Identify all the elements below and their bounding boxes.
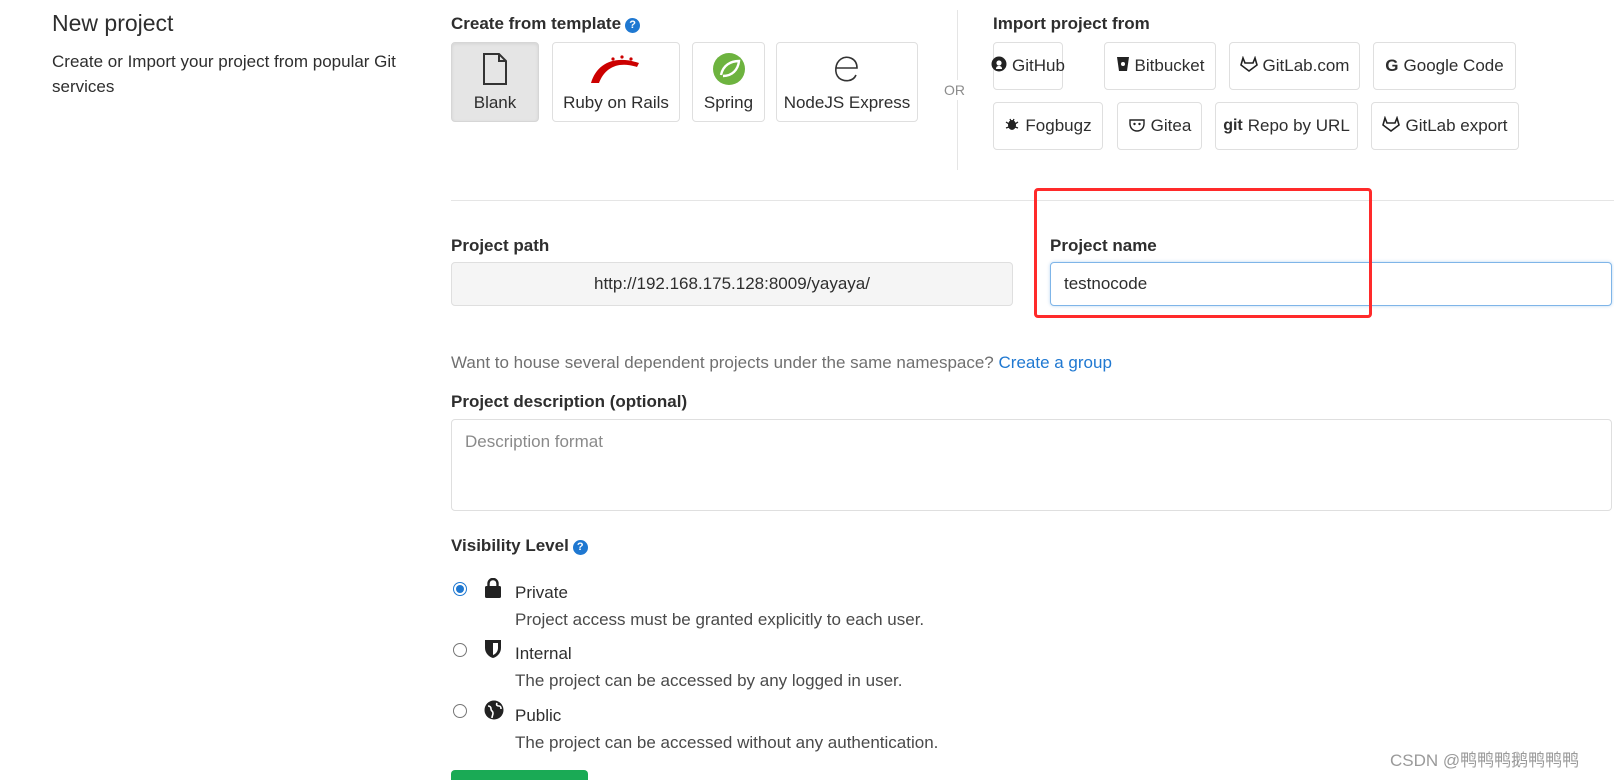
- watermark: CSDN @鸭鸭鸭鹅鸭鸭鸭: [1390, 751, 1580, 770]
- namespace-hint: Want to house several dependent projects…: [451, 353, 1112, 373]
- blank-file-icon: [452, 51, 538, 87]
- section-divider: [451, 200, 1614, 201]
- template-blank[interactable]: Blank: [451, 42, 539, 122]
- visibility-public-radio[interactable]: [453, 704, 467, 718]
- project-description-label: Project description (optional): [451, 392, 688, 411]
- import-gitea-button[interactable]: Gitea: [1117, 102, 1202, 150]
- import-label: Repo by URL: [1247, 116, 1350, 135]
- template-heading-text: Create from template: [451, 14, 622, 33]
- import-label: Fogbugz: [1025, 116, 1092, 135]
- import-heading: Import project from: [993, 14, 1150, 33]
- template-label: Ruby on Rails: [563, 93, 669, 112]
- template-label: Blank: [473, 93, 517, 112]
- visibility-heading-text: Visibility Level: [451, 536, 569, 555]
- bitbucket-icon: [1116, 56, 1130, 77]
- visibility-heading: Visibility Level?: [451, 536, 588, 556]
- visibility-private-radio[interactable]: [453, 582, 467, 596]
- help-icon[interactable]: ?: [572, 540, 588, 555]
- rails-icon: [553, 51, 679, 87]
- template-ruby-on-rails[interactable]: Ruby on Rails: [552, 42, 680, 122]
- shield-icon: [484, 639, 502, 664]
- import-google-code-button[interactable]: G Google Code: [1373, 42, 1516, 90]
- import-label: GitHub: [1012, 56, 1065, 75]
- import-bitbucket-button[interactable]: Bitbucket: [1104, 42, 1216, 90]
- import-gitlab-com-button[interactable]: GitLab.com: [1229, 42, 1360, 90]
- project-path-field: http://192.168.175.128:8009/yayaya/: [451, 262, 1013, 306]
- page-title: New project: [52, 10, 174, 36]
- gitlab-icon: [1382, 115, 1401, 137]
- gitlab-icon: [1239, 55, 1258, 77]
- visibility-internal-radio[interactable]: [453, 643, 467, 657]
- template-nodejs-express[interactable]: NodeJS Express: [776, 42, 918, 122]
- import-label: Google Code: [1403, 56, 1504, 75]
- create-project-button[interactable]: [451, 770, 588, 780]
- import-label: GitLab export: [1405, 116, 1508, 135]
- visibility-private-label: Private: [515, 583, 568, 602]
- page-subtitle: Create or Import your project from popul…: [52, 52, 396, 96]
- import-gitlab-export-button[interactable]: GitLab export: [1371, 102, 1519, 150]
- google-icon: G: [1385, 56, 1399, 75]
- or-label: OR: [944, 80, 965, 100]
- globe-icon: [484, 700, 504, 725]
- express-icon: [777, 51, 917, 87]
- visibility-internal-description: The project can be accessed by any logge…: [515, 671, 903, 690]
- bug-icon: [1004, 116, 1020, 137]
- highlight-annotation: [1034, 188, 1372, 318]
- import-label: Bitbucket: [1134, 56, 1205, 75]
- visibility-public-label: Public: [515, 706, 562, 725]
- create-group-link[interactable]: Create a group: [999, 353, 1112, 372]
- template-spring[interactable]: Spring: [692, 42, 765, 122]
- github-icon: [991, 56, 1007, 77]
- gitea-icon: [1128, 116, 1146, 137]
- import-label: GitLab.com: [1262, 56, 1350, 75]
- import-github-button[interactable]: GitHub: [991, 42, 1065, 90]
- import-fogbugz-button[interactable]: Fogbugz: [993, 102, 1103, 150]
- import-label: Gitea: [1150, 116, 1192, 135]
- template-label: Spring: [703, 93, 754, 112]
- help-icon[interactable]: ?: [625, 18, 641, 33]
- project-description-textarea[interactable]: [451, 419, 1612, 511]
- spring-icon: [693, 51, 764, 87]
- visibility-public-description: The project can be accessed without any …: [515, 733, 939, 752]
- lock-icon: [484, 577, 502, 603]
- import-repo-by-url-button[interactable]: git Repo by URL: [1215, 102, 1358, 150]
- visibility-internal-label: Internal: [515, 644, 572, 663]
- template-label: NodeJS Express: [783, 93, 911, 112]
- project-path-label: Project path: [451, 236, 550, 255]
- visibility-private-description: Project access must be granted explicitl…: [515, 610, 925, 629]
- namespace-hint-text: Want to house several dependent projects…: [451, 353, 994, 372]
- git-icon: git: [1223, 117, 1243, 134]
- template-heading: Create from template?: [451, 14, 641, 34]
